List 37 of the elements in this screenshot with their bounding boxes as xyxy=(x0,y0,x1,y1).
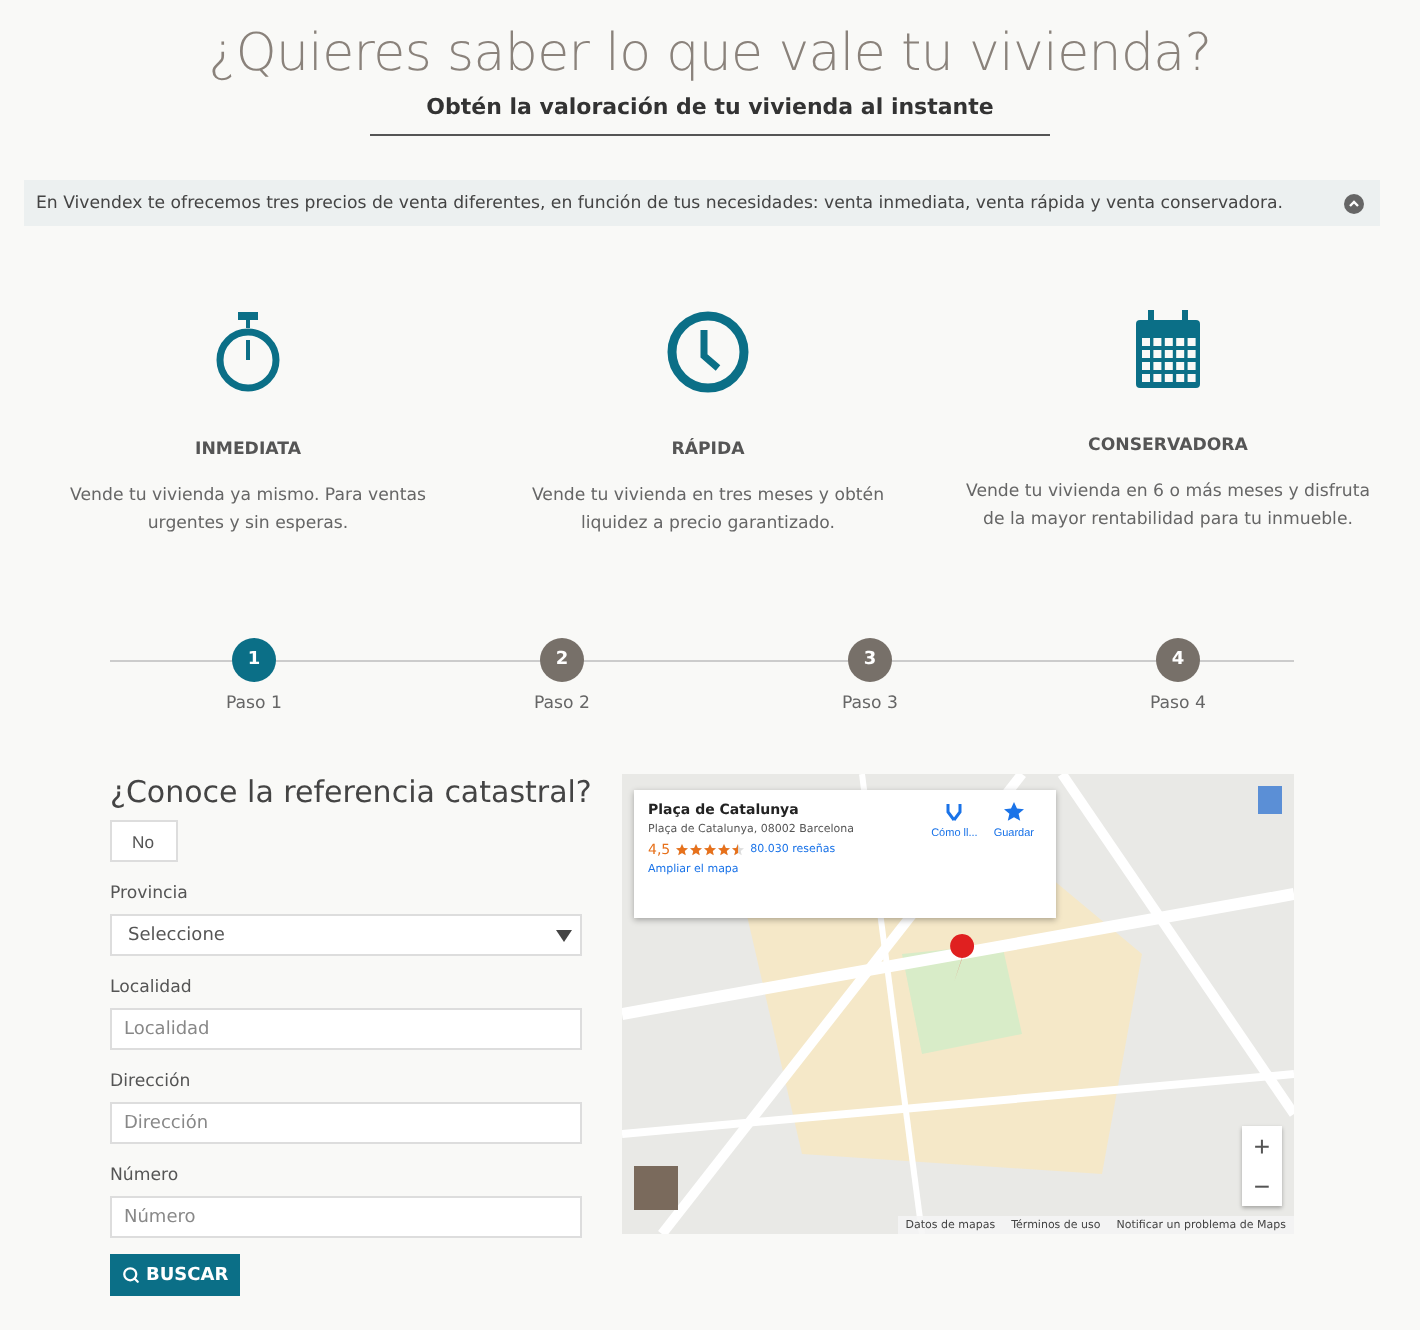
stopwatch-icon xyxy=(214,310,282,394)
select-field[interactable]: Seleccione xyxy=(110,914,582,956)
step-label: Paso 2 xyxy=(534,694,590,714)
field-label: Dirección xyxy=(110,1072,193,1092)
input-field[interactable]: Localidad xyxy=(110,1008,582,1050)
input-field[interactable]: Número xyxy=(110,1196,582,1238)
calendar-icon xyxy=(1132,310,1204,390)
step-number[interactable]: 4 xyxy=(1156,638,1200,682)
feature-description: Vende tu vivienda en 6 o más meses y disfruta de la mayor rentabilidad para tu inmueble. xyxy=(963,480,1372,534)
field-label: Localidad xyxy=(110,978,194,998)
expand-icon[interactable] xyxy=(1344,193,1364,213)
zoom-in-button[interactable]: + xyxy=(1242,1126,1282,1166)
search-icon xyxy=(122,1266,140,1284)
step-number[interactable]: 2 xyxy=(540,638,584,682)
step-number[interactable]: 3 xyxy=(848,638,892,682)
feature-title: INMEDIATA xyxy=(195,438,301,462)
feature-title: RÁPIDA xyxy=(671,438,745,462)
feature-description: Vende tu vivienda en tres meses y obtén liquidez a precio garantizado. xyxy=(529,484,887,538)
info-text: En Vivendex te ofrecemos tres precios de venta diferentes, en función de tus necesidades: venta inmediata, venta rápida y venta conservadora. xyxy=(36,193,1284,213)
step-number[interactable]: 1 xyxy=(232,638,276,682)
search-button[interactable]: BUSCAR xyxy=(110,1254,241,1296)
fork-arrow-icon xyxy=(944,802,965,822)
caret-icon xyxy=(556,929,572,941)
star-icon xyxy=(1003,802,1024,822)
clock-icon xyxy=(666,310,750,394)
step-label: Paso 1 xyxy=(226,694,282,714)
feature-title: CONSERVADORA xyxy=(1088,434,1248,458)
feature-description: Vende tu vivienda ya mismo. Para ventas urgentes y sin esperas. xyxy=(68,484,428,538)
page-title: ¿Quieres saber lo que vale tu vivienda? xyxy=(208,22,1212,88)
input-field[interactable]: Dirección xyxy=(110,1102,582,1144)
page-subtitle: Obtén la valoración de tu vivienda al instante xyxy=(426,92,994,122)
field-label: Provincia xyxy=(110,884,190,904)
step-label: Paso 4 xyxy=(1150,694,1206,714)
zoom-out-button[interactable]: − xyxy=(1242,1166,1282,1206)
step-label: Paso 3 xyxy=(842,694,898,714)
toggle-button[interactable]: No xyxy=(110,820,178,862)
field-label: Número xyxy=(110,1166,181,1186)
